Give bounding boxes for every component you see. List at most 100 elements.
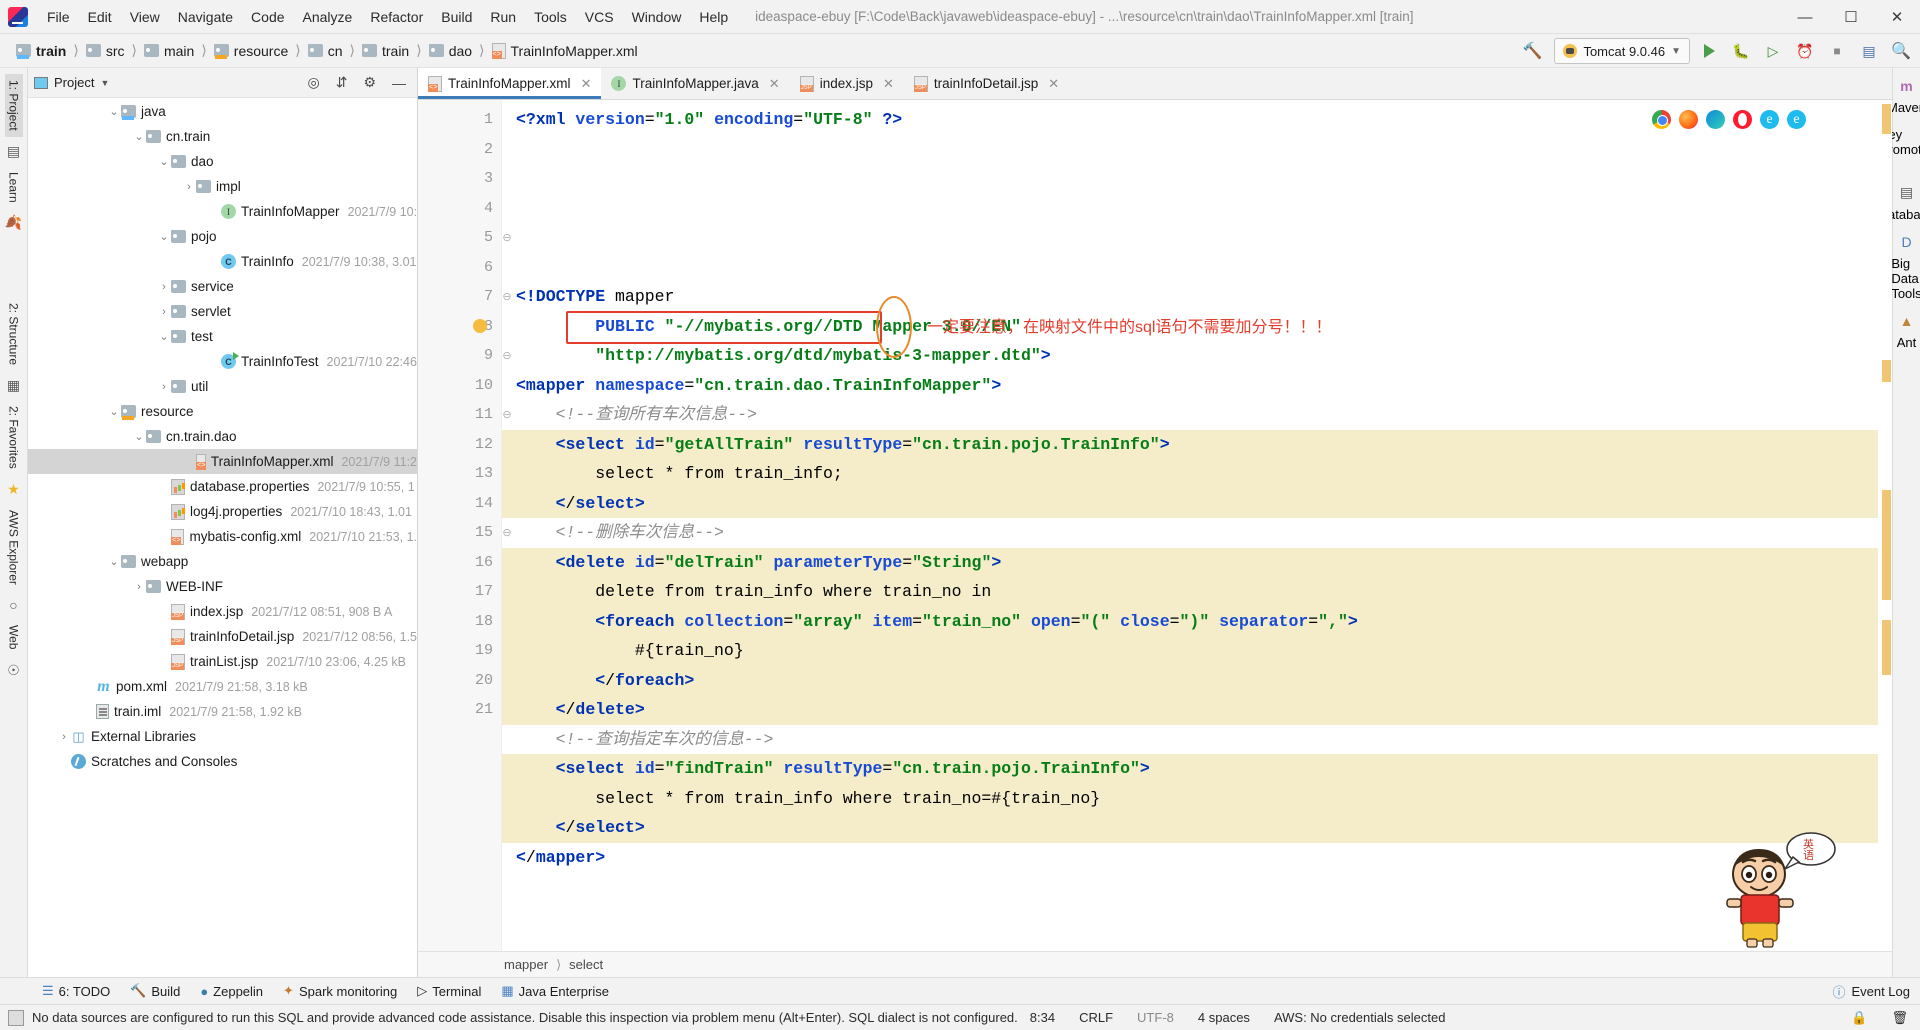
- chevron-down-icon[interactable]: ▼: [100, 78, 109, 88]
- update-app-button[interactable]: ▤: [1856, 38, 1882, 64]
- chevron-right-icon[interactable]: ›: [182, 181, 196, 193]
- sidebar-item-aws[interactable]: AWS Explorer: [5, 504, 23, 591]
- code-line[interactable]: select * from train_info;: [502, 459, 1878, 489]
- line-separator[interactable]: CRLF: [1067, 1010, 1125, 1025]
- code-line[interactable]: <!DOCTYPE mapper: [502, 282, 1878, 312]
- tree-row[interactable]: C TrainInfoTest 2021/7/10 22:46: [28, 349, 417, 374]
- menu-code[interactable]: Code: [242, 6, 293, 28]
- tree-row[interactable]: › ◫ External Libraries: [28, 724, 417, 749]
- tree-row[interactable]: m pom.xml 2021/7/9 21:58, 3.18 kB: [28, 674, 417, 699]
- debug-button[interactable]: 🐛: [1728, 38, 1754, 64]
- menu-edit[interactable]: Edit: [79, 6, 121, 28]
- gear-icon[interactable]: ⚙: [358, 74, 381, 91]
- code-line[interactable]: select * from train_info where train_no=…: [502, 783, 1878, 813]
- menu-navigate[interactable]: Navigate: [169, 6, 242, 28]
- tree-row[interactable]: ⌄ dao: [28, 149, 417, 174]
- code-line[interactable]: <mapper namespace="cn.train.dao.TrainInf…: [502, 371, 1878, 401]
- maximize-button[interactable]: ☐: [1828, 0, 1874, 34]
- internet-explorer-icon[interactable]: [1760, 110, 1779, 129]
- tree-row[interactable]: ⌄ resource: [28, 399, 417, 424]
- profile-button[interactable]: ⏰: [1792, 38, 1818, 64]
- tree-row[interactable]: ⌄ cn.train.dao: [28, 424, 417, 449]
- toolwindow-build[interactable]: 🔨 Build: [122, 981, 188, 1001]
- sidebar-item-web[interactable]: Web: [5, 619, 23, 655]
- chevron-right-icon[interactable]: ›: [132, 581, 146, 593]
- code-line[interactable]: <select id="findTrain" resultType="cn.tr…: [502, 754, 1878, 784]
- toolwindow-java-enterprise[interactable]: ▦ Java Enterprise: [493, 981, 617, 1001]
- tree-row[interactable]: index.jsp 2021/7/12 08:51, 908 B A: [28, 599, 417, 624]
- code-line[interactable]: </select>: [502, 813, 1878, 843]
- run-button[interactable]: [1696, 38, 1722, 64]
- run-coverage-button[interactable]: ▷: [1760, 38, 1786, 64]
- menu-build[interactable]: Build: [432, 6, 481, 28]
- sidebar-item-ant[interactable]: Ant: [1897, 335, 1917, 350]
- tree-row[interactable]: mybatis-config.xml 2021/7/10 21:53, 1.: [28, 524, 417, 549]
- chevron-down-icon[interactable]: ⌄: [107, 105, 121, 118]
- tree-row[interactable]: ⌄ pojo: [28, 224, 417, 249]
- event-log-label[interactable]: Event Log: [1851, 984, 1910, 999]
- run-configuration-selector[interactable]: Tomcat 9.0.46 ▼: [1554, 38, 1690, 64]
- chevron-down-icon[interactable]: ⌄: [157, 155, 171, 168]
- code-line[interactable]: <!--删除车次信息-->: [502, 518, 1878, 548]
- edge-icon[interactable]: [1706, 110, 1725, 129]
- close-icon[interactable]: ✕: [883, 76, 894, 92]
- collapse-all-icon[interactable]: ⇵: [331, 74, 353, 91]
- menu-file[interactable]: File: [38, 6, 79, 28]
- editor-scroll-markers[interactable]: [1878, 100, 1892, 951]
- structure-icon[interactable]: ▤: [7, 143, 20, 160]
- stop-button[interactable]: ■: [1824, 38, 1850, 64]
- code-line[interactable]: <!--查询指定车次的信息-->: [502, 725, 1878, 755]
- menu-vcs[interactable]: VCS: [576, 6, 623, 28]
- tree-row[interactable]: › WEB-INF: [28, 574, 417, 599]
- chevron-right-icon[interactable]: ›: [157, 281, 171, 293]
- menu-view[interactable]: View: [121, 6, 169, 28]
- code-line[interactable]: PUBLIC "-//mybatis.org//DTD Mapper 3.0//…: [502, 312, 1878, 342]
- menu-help[interactable]: Help: [690, 6, 737, 28]
- star-icon[interactable]: ★: [7, 481, 20, 498]
- tree-row[interactable]: › servlet: [28, 299, 417, 324]
- tree-row[interactable]: C TrainInfo 2021/7/9 10:38, 3.01: [28, 249, 417, 274]
- breadcrumb-train2[interactable]: train: [360, 41, 411, 61]
- tab-traininfodetail-jsp[interactable]: trainInfoDetail.jsp ✕: [903, 68, 1070, 99]
- tab-traininfomapper-java[interactable]: I TrainInfoMapper.java ✕: [601, 68, 790, 99]
- tab-index-jsp[interactable]: index.jsp ✕: [789, 68, 904, 99]
- code-line[interactable]: <foreach collection="array" item="train_…: [502, 606, 1878, 636]
- toolwindow-terminal[interactable]: ▷ Terminal: [409, 981, 489, 1001]
- close-icon[interactable]: ✕: [769, 76, 780, 92]
- tree-row[interactable]: ⌄ test: [28, 324, 417, 349]
- close-button[interactable]: ✕: [1874, 0, 1920, 34]
- ant-icon[interactable]: ▲: [1900, 313, 1914, 329]
- edge-legacy-icon[interactable]: [1787, 110, 1806, 129]
- project-tree[interactable]: ⌄ java ⌄ cn.train ⌄ dao › impl I TrainInfoMapper 2…: [28, 98, 417, 977]
- grid-icon[interactable]: ▦: [7, 377, 20, 394]
- aws-credentials[interactable]: AWS: No credentials selected: [1262, 1010, 1457, 1025]
- sidebar-item-structure[interactable]: 2: Structure: [5, 297, 23, 371]
- code-line[interactable]: <delete id="delTrain" parameterType="Str…: [502, 547, 1878, 577]
- code-content[interactable]: <?xml version="1.0" encoding="UTF-8" ?> …: [502, 100, 1878, 951]
- code-line[interactable]: </select>: [502, 488, 1878, 518]
- tab-traininfomapper-xml[interactable]: TrainInfoMapper.xml ✕: [418, 68, 602, 99]
- code-line[interactable]: </mapper>: [502, 843, 1878, 873]
- breadcrumb-src[interactable]: src: [84, 41, 127, 61]
- build-hammer-icon[interactable]: 🔨: [1517, 41, 1549, 61]
- tree-row[interactable]: ⌄ java: [28, 99, 417, 124]
- close-icon[interactable]: ✕: [1048, 76, 1059, 92]
- code-line[interactable]: <select id="getAllTrain" resultType="cn.…: [502, 429, 1878, 459]
- lock-icon[interactable]: 🔒: [1839, 1010, 1879, 1026]
- toolwindow-spark-monitoring[interactable]: ✦ Spark monitoring: [275, 981, 405, 1001]
- tree-row[interactable]: › impl: [28, 174, 417, 199]
- big-data-d-icon[interactable]: D: [1901, 234, 1911, 250]
- tree-row[interactable]: I TrainInfoMapper 2021/7/9 10:4: [28, 199, 417, 224]
- chevron-right-icon[interactable]: ›: [57, 731, 71, 743]
- chrome-icon[interactable]: [1652, 110, 1671, 129]
- menu-tools[interactable]: Tools: [525, 6, 576, 28]
- leaf-icon[interactable]: 🍂: [5, 214, 22, 231]
- code-line[interactable]: </delete>: [502, 695, 1878, 725]
- editor-gutter[interactable]: 12345⊖67⊖89⊖1011⊖1213⊖1415⊖16⊖1718⊖1920⊖…: [418, 100, 512, 951]
- breadcrumb-resource[interactable]: resource: [212, 41, 290, 61]
- tree-row[interactable]: › service: [28, 274, 417, 299]
- file-encoding[interactable]: UTF-8: [1125, 1010, 1186, 1025]
- breadcrumb-file[interactable]: TrainInfoMapper.xml: [490, 41, 640, 61]
- maven-m-icon[interactable]: m: [1900, 78, 1912, 94]
- code-line[interactable]: </foreach>: [502, 665, 1878, 695]
